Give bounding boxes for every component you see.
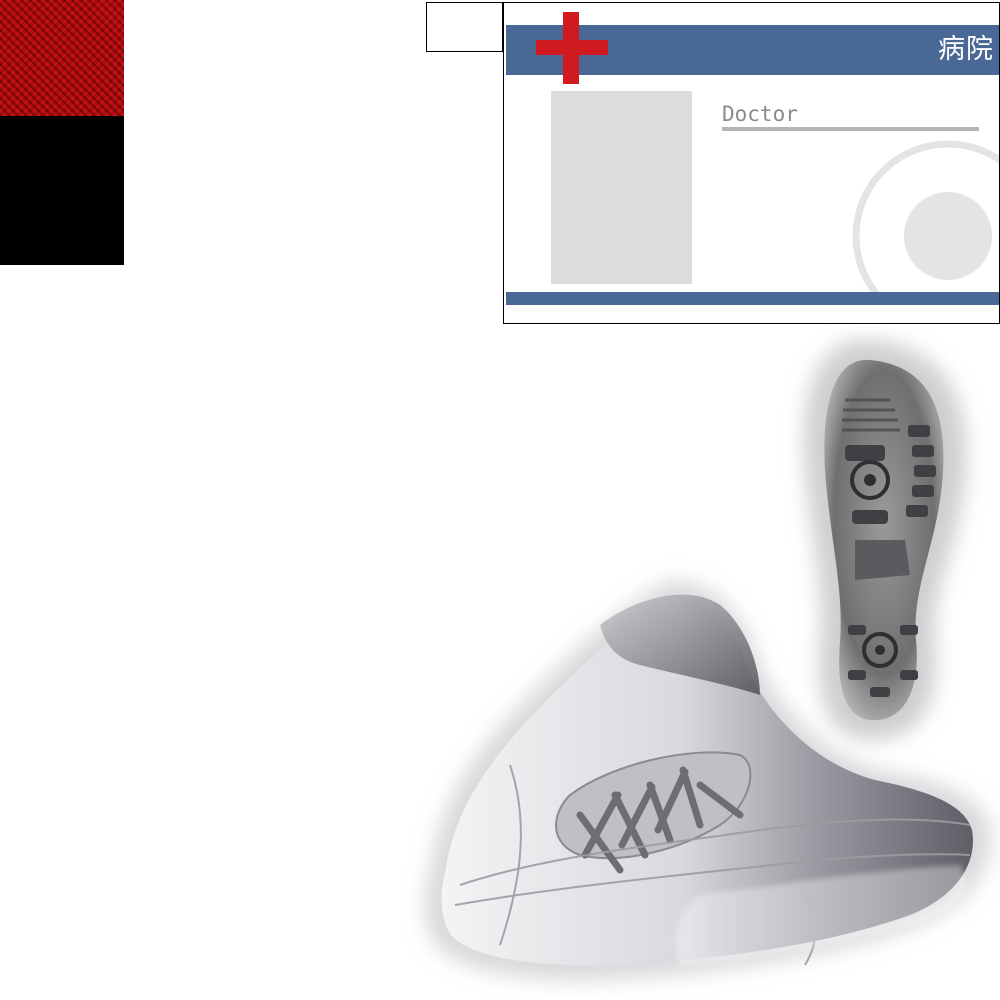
card-footer-band bbox=[506, 292, 999, 305]
hospital-id-card: 病院 Doctor bbox=[503, 2, 1000, 324]
role-label: Doctor bbox=[722, 102, 798, 126]
empty-frame bbox=[426, 2, 503, 52]
cross-horizontal-bar bbox=[536, 40, 608, 55]
shoe-icon bbox=[424, 339, 992, 981]
seal-icon bbox=[852, 140, 999, 292]
role-underline bbox=[722, 127, 979, 131]
photo-placeholder bbox=[551, 91, 692, 284]
red-texture-swatch bbox=[0, 0, 124, 116]
shoe-sole bbox=[804, 339, 967, 741]
card-header-title: 病院 bbox=[938, 34, 994, 65]
black-swatch bbox=[0, 116, 124, 265]
red-cross-icon bbox=[536, 12, 608, 84]
